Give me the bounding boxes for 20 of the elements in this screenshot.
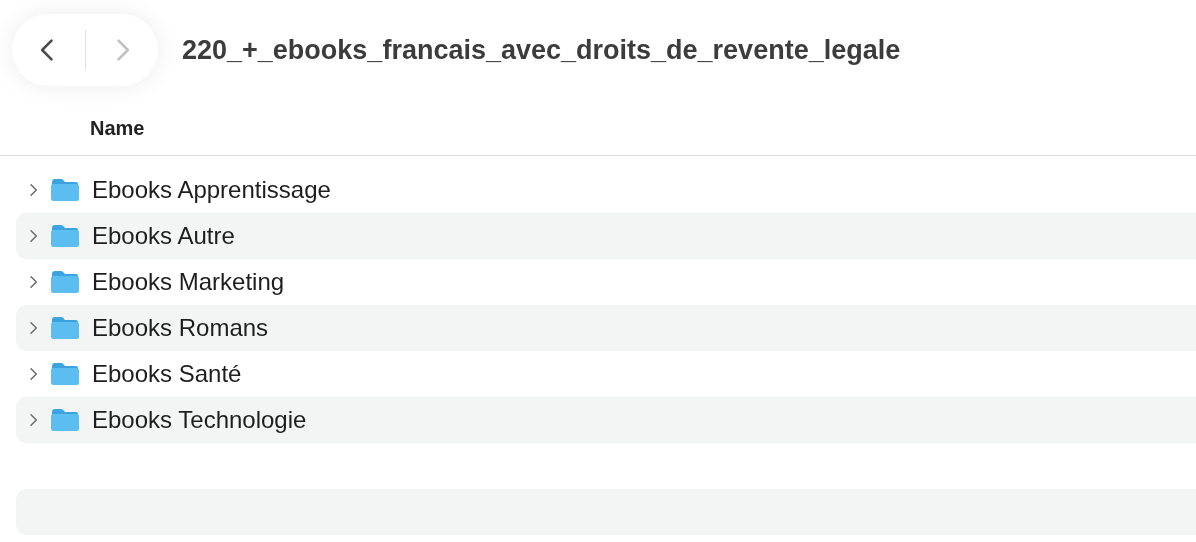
folder-name: Ebooks Apprentissage <box>92 175 331 205</box>
folder-icon <box>50 178 80 202</box>
folder-icon <box>50 362 80 386</box>
folder-name: Ebooks Autre <box>92 221 235 251</box>
folder-name: Ebooks Romans <box>92 313 269 343</box>
column-header[interactable]: Name <box>90 112 145 143</box>
folder-row[interactable]: Ebooks Marketing <box>16 259 1196 305</box>
folder-row[interactable]: Ebooks Santé <box>16 351 1196 397</box>
folder-name: Ebooks Marketing <box>92 267 285 297</box>
folder-row[interactable]: Ebooks Technologie <box>16 397 1196 443</box>
folder-row[interactable]: Ebooks Autre <box>16 213 1196 259</box>
folder-row[interactable]: Ebooks Apprentissage <box>16 167 1196 213</box>
folder-icon <box>50 408 80 432</box>
folder-name: Ebooks Technologie <box>92 405 307 435</box>
folder-icon <box>50 224 80 248</box>
window-title: 220_+_ebooks_francais_avec_droits_de_revente_legale <box>182 33 901 67</box>
folder-name: Ebooks Santé <box>92 359 242 389</box>
folder-icon <box>50 270 80 294</box>
folder-row[interactable]: Ebooks Romans <box>16 305 1196 351</box>
folder-icon <box>50 316 80 340</box>
